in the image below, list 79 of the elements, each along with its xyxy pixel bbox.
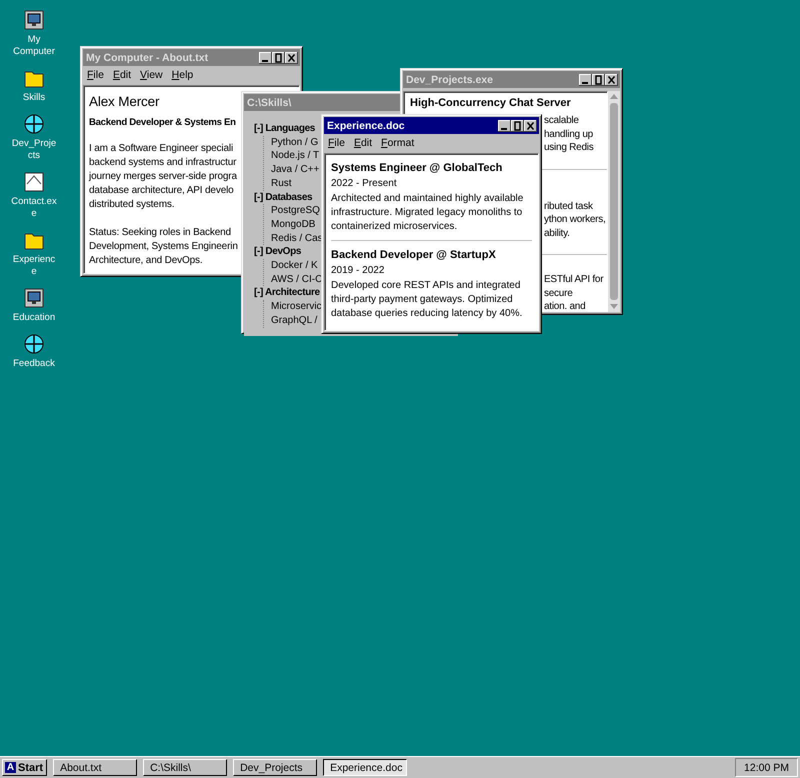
text-line: ability.: [544, 226, 570, 240]
minimize-icon[interactable]: [579, 74, 592, 86]
menu-item[interactable]: Help: [172, 69, 194, 81]
taskbar-button[interactable]: Dev_Projects: [233, 759, 318, 776]
job-dates: 2019 - 2022: [331, 264, 386, 278]
close-icon[interactable]: [524, 120, 537, 132]
maximize-icon[interactable]: [511, 120, 524, 132]
taskbar-button[interactable]: C:\Skills\: [143, 759, 228, 776]
text-line: Status: Seeking roles in Backend: [89, 226, 231, 240]
tree-item[interactable]: Microservic: [271, 300, 322, 314]
menu-item[interactable]: Edit: [354, 137, 372, 149]
text-line: secure: [544, 286, 573, 300]
close-icon[interactable]: [605, 74, 618, 86]
tree-item[interactable]: AWS / CI-C: [271, 272, 322, 286]
subheading: Backend Developer & Systems En: [89, 117, 236, 128]
tree-item[interactable]: Python / G: [271, 136, 318, 150]
desktop-icon-label[interactable]: Dev_Projects: [11, 138, 57, 162]
globe-icon: [24, 334, 44, 354]
minimize-icon[interactable]: [259, 52, 272, 64]
text-line: distributed systems.: [89, 198, 174, 212]
desktop-icon-label[interactable]: My Computer: [11, 34, 57, 58]
tree-item[interactable]: GraphQL /: [271, 314, 318, 328]
text-line: using Redis: [544, 141, 594, 154]
window-title: My Computer - About.txt: [86, 52, 208, 64]
menu-item[interactable]: File: [328, 137, 345, 149]
tree-item[interactable]: MongoDB: [271, 218, 316, 232]
menu-item[interactable]: View: [140, 69, 163, 81]
tree-category[interactable]: [-] DevOps: [254, 245, 302, 260]
text-line: backend systems and infrastructur: [89, 156, 236, 170]
menu-item[interactable]: Edit: [112, 69, 132, 81]
start-button[interactable]: A Start: [2, 759, 48, 776]
text-line: ation. and: [544, 300, 586, 311]
window-title: Experience.doc: [327, 120, 405, 132]
text-line: ributed task: [544, 200, 593, 213]
computer-icon: [24, 288, 44, 308]
text-line: journey merges server-side progra: [89, 170, 237, 184]
job-description: Developed core REST APIs and integrated third-party payment gateways. Optimized database queries reducing latency by 40%.: [331, 279, 524, 321]
name-heading: Alex Mercer: [89, 94, 160, 109]
text-line: Development, Systems Engineerin: [89, 240, 238, 254]
document-icon: [24, 172, 44, 192]
tree-item[interactable]: Node.js / T: [271, 149, 320, 164]
tree-category[interactable]: [-] Architecture: [254, 286, 320, 300]
tree-item[interactable]: Java / C++: [271, 163, 320, 177]
text-line: I am a Software Engineer speciali: [89, 142, 234, 156]
text-line: scalable: [544, 114, 579, 128]
menu-item[interactable]: Format: [381, 137, 414, 149]
menu-item[interactable]: File: [87, 69, 104, 81]
tree-item[interactable]: Docker / K: [271, 259, 318, 273]
desktop-icon-label[interactable]: Education: [11, 312, 57, 324]
tree-category[interactable]: [-] Databases: [254, 190, 312, 204]
window-title: Dev_Projects.exe: [406, 74, 493, 86]
text-line: handling up: [544, 128, 593, 141]
window-title: C:\Skills\: [247, 96, 292, 108]
job-title: Systems Engineer @ GlobalTech: [331, 161, 502, 176]
tree-category[interactable]: [-] Languages: [254, 122, 316, 136]
text-line: database architecture, API develo: [89, 184, 234, 198]
clock: 12:00 PM: [735, 758, 798, 777]
computer-icon: [24, 10, 44, 30]
desktop-icon-label[interactable]: Feedback: [11, 358, 57, 370]
desktop-icon-label[interactable]: Skills: [11, 92, 57, 104]
text-line: ython workers,: [544, 213, 606, 226]
project-heading: High-Concurrency Chat Server: [410, 96, 571, 110]
desktop-icon-label[interactable]: Contact.exe: [11, 196, 57, 220]
tree-item[interactable]: PostgreSQ: [271, 204, 320, 218]
taskbar-button[interactable]: Experience.doc: [323, 759, 408, 776]
maximize-icon[interactable]: [272, 52, 285, 64]
text-line: Architecture, and DevOps.: [89, 254, 203, 268]
tree-item[interactable]: Rust: [271, 176, 292, 191]
minimize-icon[interactable]: [498, 120, 511, 132]
text-line: ESTful API for: [544, 273, 604, 286]
close-icon[interactable]: [285, 52, 298, 64]
job-dates: 2022 - Present: [331, 177, 398, 191]
taskbar-button[interactable]: About.txt: [53, 759, 138, 776]
globe-icon: [24, 114, 44, 134]
job-description: Architected and maintained highly available infrastructure. Migrated legacy monoliths to containerized microservices.: [331, 192, 524, 234]
maximize-icon[interactable]: [592, 74, 605, 86]
start-logo: A: [5, 762, 16, 773]
job-title: Backend Developer @ StartupX: [331, 248, 496, 263]
desktop-icon-label[interactable]: Experience: [11, 254, 57, 278]
